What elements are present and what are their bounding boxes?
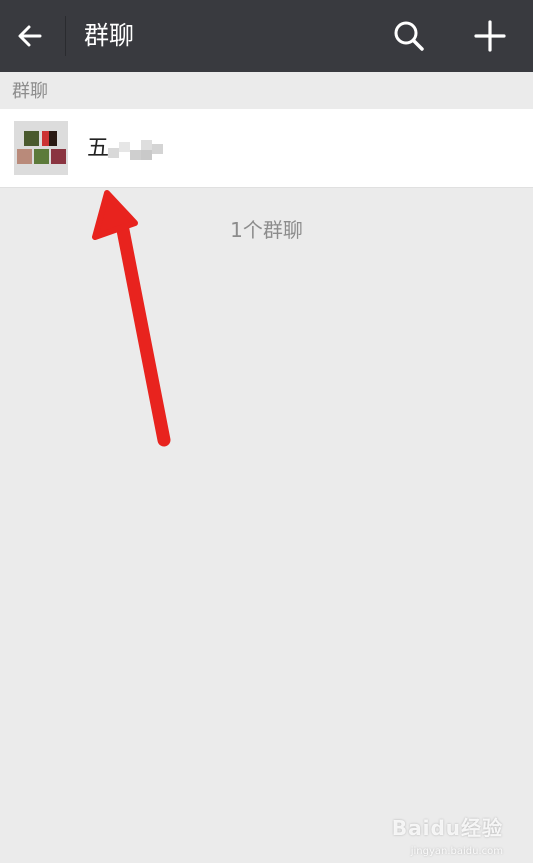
plus-icon [474,20,506,52]
red-arrow-annotation [92,190,171,447]
name-blur-mask [108,138,163,164]
back-arrow-icon [18,25,42,47]
header-divider [65,16,66,56]
add-button[interactable] [468,14,512,58]
page-title: 群聊 [84,21,135,50]
search-button[interactable] [387,14,431,58]
baidu-watermark-logo: Baidu经验 [391,816,503,840]
group-list-item[interactable]: 五 [0,109,533,188]
top-bar: 群聊 [0,0,533,72]
search-icon [394,21,424,51]
section-header: 群聊 [12,81,48,102]
back-button[interactable] [10,14,50,58]
group-name: 五 [87,136,110,161]
baidu-watermark-url: jingyan.baidu.com [410,846,503,857]
group-avatar [14,121,68,175]
